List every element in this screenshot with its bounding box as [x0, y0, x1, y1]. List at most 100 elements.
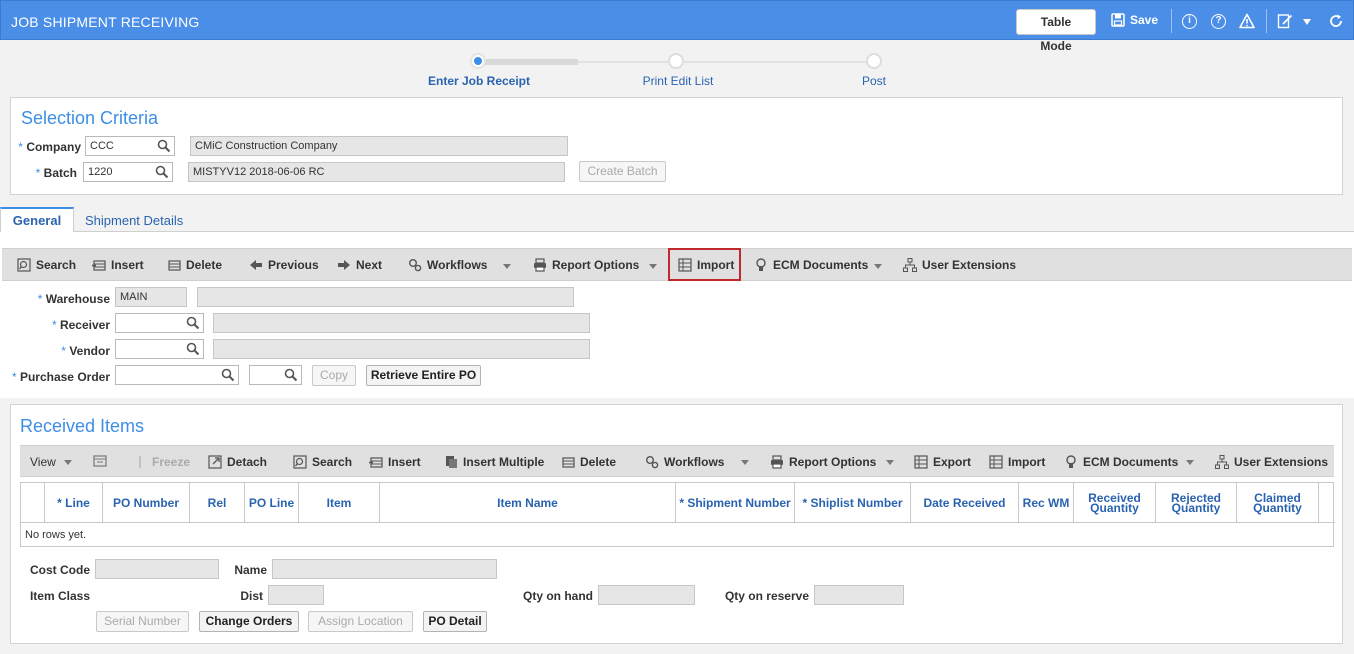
step-label-enter-receipt[interactable]: Enter Job Receipt: [409, 74, 549, 88]
freeze-button[interactable]: Freeze: [133, 455, 190, 469]
grid-workflows-button[interactable]: Workflows: [645, 455, 724, 469]
column-header-shipment-number[interactable]: * Shipment Number: [676, 483, 795, 523]
column-header-received-quantity[interactable]: Received Quantity: [1074, 483, 1156, 523]
delete-button[interactable]: Delete: [167, 258, 222, 272]
empty-grid-message: No rows yet.: [25, 529, 87, 541]
workflows-button[interactable]: Workflows: [408, 258, 487, 272]
edit-icon[interactable]: [1277, 13, 1293, 29]
query-by-example-icon[interactable]: [93, 454, 107, 468]
change-orders-button[interactable]: Change Orders: [199, 611, 299, 632]
company-label: * Company: [18, 140, 81, 154]
retrieve-entire-po-button[interactable]: Retrieve Entire PO: [366, 365, 481, 386]
column-header-po-line[interactable]: PO Line: [245, 483, 299, 523]
warehouse-field[interactable]: MAIN: [115, 287, 187, 307]
ecm-documents-icon: [756, 258, 766, 271]
insert-button[interactable]: Insert: [92, 258, 144, 272]
grid-user-extensions-button[interactable]: User Extensions: [1215, 455, 1328, 469]
serial-number-button[interactable]: Serial Number: [96, 611, 189, 632]
insert-multiple-icon: [446, 456, 457, 468]
gears-icon: [409, 259, 422, 272]
grid-search-button[interactable]: Search: [293, 455, 352, 469]
search-icon[interactable]: [157, 139, 171, 153]
header-divider-2: [1266, 9, 1267, 33]
column-header-rec-wm[interactable]: Rec WM: [1019, 483, 1074, 523]
info-icon[interactable]: i: [1182, 14, 1197, 29]
batch-field[interactable]: 1220: [83, 162, 173, 182]
grid-report-options-button[interactable]: Report Options: [770, 455, 876, 469]
arrow-left-icon: [250, 260, 262, 270]
purchase-order-label: * Purchase Order: [11, 370, 110, 384]
user-extensions-button[interactable]: User Extensions: [903, 258, 1016, 272]
grid-workflows-chevron-down-icon[interactable]: [741, 460, 749, 465]
export-button[interactable]: Export: [914, 455, 971, 469]
save-icon: [1111, 13, 1125, 27]
po-release-field[interactable]: [249, 365, 302, 385]
tab-shipment-details[interactable]: Shipment Details: [85, 213, 183, 228]
table-mode-button[interactable]: Table Mode: [1016, 9, 1096, 53]
qty-on-reserve-field: [814, 585, 904, 605]
report-options-chevron-down-icon[interactable]: [649, 264, 657, 269]
grid-ecm-documents-button[interactable]: ECM Documents: [1064, 455, 1178, 469]
view-menu[interactable]: View: [30, 455, 72, 469]
grid-insert-button[interactable]: Insert: [369, 455, 421, 469]
previous-button[interactable]: Previous: [249, 258, 319, 272]
report-options-button[interactable]: Report Options: [533, 258, 639, 272]
column-header-rejected-quantity[interactable]: Rejected Quantity: [1156, 483, 1237, 523]
save-button[interactable]: Save: [1111, 13, 1158, 27]
column-header-line[interactable]: * Line: [45, 483, 103, 523]
column-header-claimed-quantity[interactable]: Claimed Quantity: [1237, 483, 1319, 523]
step-label-print-edit-list[interactable]: Print Edit List: [608, 74, 748, 88]
column-header-date-received[interactable]: Date Received: [911, 483, 1019, 523]
vendor-label: * Vendor: [61, 344, 110, 358]
row-selector-header: [21, 483, 45, 523]
selection-criteria-title: Selection Criteria: [21, 108, 159, 128]
company-field[interactable]: CCC: [85, 136, 175, 156]
delete-row-icon: [562, 457, 575, 468]
qty-on-reserve-label: Qty on reserve: [724, 589, 809, 603]
insert-multiple-button[interactable]: Insert Multiple: [444, 455, 544, 469]
workflows-chevron-down-icon[interactable]: [503, 264, 511, 269]
step-label-post[interactable]: Post: [804, 74, 944, 88]
arrow-right-icon: [338, 260, 350, 270]
name-field: [272, 559, 497, 579]
help-icon[interactable]: ?: [1211, 14, 1226, 29]
assign-location-button[interactable]: Assign Location: [308, 611, 413, 632]
search-icon[interactable]: [186, 316, 200, 330]
import-button[interactable]: Import: [678, 258, 734, 272]
search-button[interactable]: Search: [17, 258, 76, 272]
chevron-down-icon[interactable]: [1303, 19, 1311, 25]
next-button[interactable]: Next: [337, 258, 382, 272]
column-header-rel[interactable]: Rel: [190, 483, 245, 523]
po-detail-button[interactable]: PO Detail: [423, 611, 487, 632]
cost-code-field: [95, 559, 219, 579]
batch-label: * Batch: [35, 166, 77, 180]
receiver-field[interactable]: [115, 313, 204, 333]
grid-ecm-chevron-down-icon[interactable]: [1186, 460, 1194, 465]
grid-report-options-chevron-down-icon[interactable]: [886, 460, 894, 465]
refresh-icon[interactable]: [1328, 13, 1344, 29]
ecm-documents-button[interactable]: ECM Documents: [754, 258, 868, 272]
search-icon[interactable]: [221, 368, 235, 382]
column-header-item-name[interactable]: Item Name: [380, 483, 676, 523]
search-icon[interactable]: [186, 342, 200, 356]
purchase-order-field[interactable]: [115, 365, 239, 385]
search-icon[interactable]: [155, 165, 169, 179]
column-header-shiplist-number[interactable]: * Shiplist Number: [795, 483, 911, 523]
create-batch-button[interactable]: Create Batch: [579, 161, 666, 182]
qty-on-hand-field: [598, 585, 695, 605]
sitemap-icon: [1215, 455, 1229, 469]
progress-track: [578, 61, 875, 63]
column-header-item[interactable]: Item: [299, 483, 380, 523]
vendor-field[interactable]: [115, 339, 204, 359]
search-icon: [17, 258, 31, 272]
detach-button[interactable]: Detach: [208, 455, 267, 469]
import-icon: [989, 455, 1003, 469]
grid-import-button[interactable]: Import: [989, 455, 1045, 469]
search-icon[interactable]: [284, 368, 298, 382]
copy-button[interactable]: Copy: [312, 365, 356, 386]
grid-delete-button[interactable]: Delete: [561, 455, 616, 469]
tab-general[interactable]: General: [0, 207, 74, 232]
warning-icon[interactable]: [1239, 13, 1255, 29]
ecm-chevron-down-icon[interactable]: [874, 264, 882, 269]
column-header-po-number[interactable]: PO Number: [103, 483, 190, 523]
